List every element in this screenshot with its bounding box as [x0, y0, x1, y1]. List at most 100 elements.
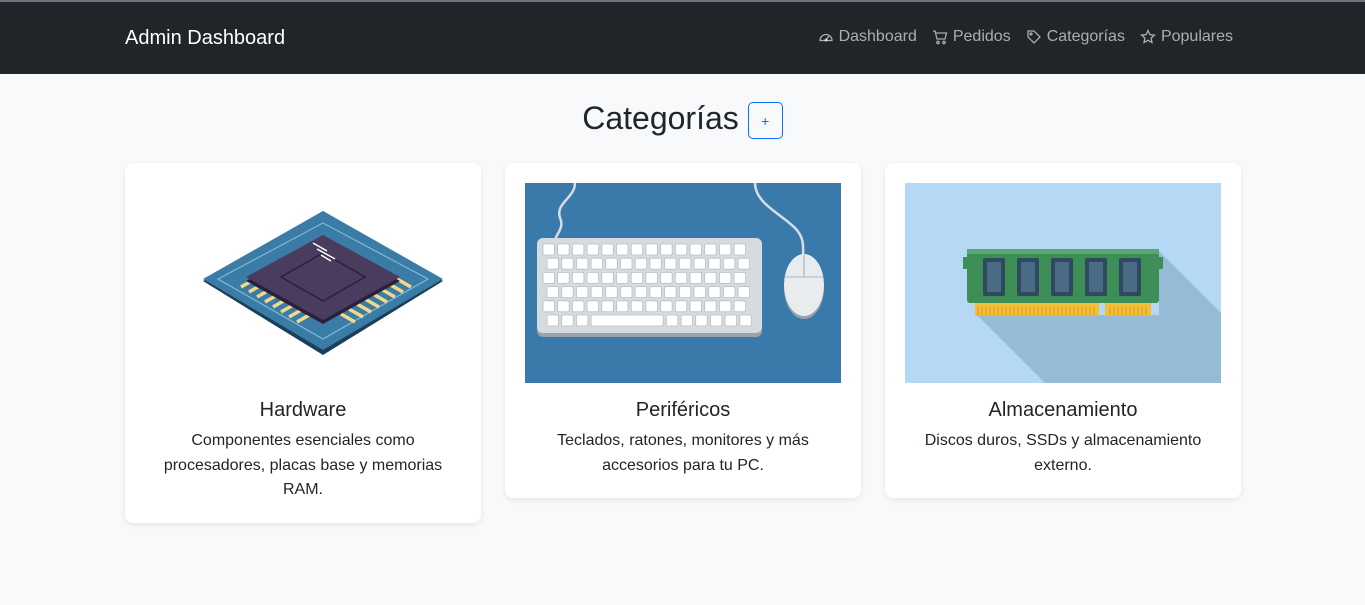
- keyboard-key: [689, 243, 702, 256]
- keyboard-key: [601, 300, 614, 313]
- keyboard-key: [704, 300, 717, 313]
- nav-link-populares[interactable]: Populares: [1140, 28, 1233, 46]
- keyboard-key: [678, 286, 692, 298]
- nav-link-label: Categorías: [1046, 28, 1125, 45]
- keyboard-key: [739, 314, 752, 327]
- keyboard-key: [546, 257, 559, 270]
- keyboard-key: [630, 243, 644, 256]
- keyboard-key: [733, 300, 747, 313]
- keyboard-key: [616, 243, 629, 256]
- navbar-brand[interactable]: Admin Dashboard: [125, 27, 285, 50]
- keyboard-key: [586, 300, 599, 313]
- keyboard-key: [630, 300, 644, 313]
- keyboard-key: [561, 257, 574, 270]
- keyboard-key: [718, 300, 732, 313]
- keyboard-key: [724, 314, 738, 327]
- keyboard-key: [722, 286, 736, 298]
- nav-link-pedidos[interactable]: Pedidos: [932, 28, 1011, 46]
- keyboard-key: [572, 272, 585, 284]
- keyboard-key: [630, 272, 644, 284]
- star-icon: [1140, 29, 1156, 44]
- keyboard-key: [693, 257, 706, 270]
- ram-module-illustration: [905, 183, 1221, 383]
- keyboard-key: [576, 257, 589, 270]
- keyboard-key: [590, 257, 603, 270]
- keyboard-key: [576, 314, 589, 327]
- keyboard-key: [634, 257, 648, 270]
- page-title: Categorías: [582, 100, 739, 136]
- keyboard-key: [645, 272, 658, 284]
- keyboard-key: [664, 286, 677, 298]
- nav-link-categorias[interactable]: Categorías: [1026, 28, 1125, 46]
- keyboard-key: [645, 300, 658, 313]
- category-card-hardware[interactable]: Hardware Componentes esenciales como pro…: [125, 163, 481, 523]
- keyboard-key: [664, 257, 677, 270]
- category-card-almacenamiento[interactable]: Almacenamiento Discos duros, SSDs y alma…: [885, 163, 1241, 498]
- keyboard-key: [718, 272, 732, 284]
- keyboard-key: [689, 300, 702, 313]
- keyboard-key: [557, 272, 570, 284]
- keyboard-key: [678, 257, 692, 270]
- keyboard-key: [561, 314, 574, 327]
- keyboard-key: [542, 272, 555, 284]
- keyboard-key: [695, 314, 708, 327]
- keyboard-key: [601, 243, 614, 256]
- keyboard-key: [601, 272, 614, 284]
- keyboard-key: [733, 243, 747, 256]
- keyboard-key: [616, 272, 629, 284]
- keyboard-key: [620, 286, 633, 298]
- page-header: Categorías +: [0, 98, 1365, 139]
- nav-link-label: Dashboard: [838, 28, 917, 45]
- keyboard-key: [680, 314, 693, 327]
- keyboard-key: [634, 286, 648, 298]
- keyboard-key: [660, 243, 673, 256]
- keyboard-key: [718, 243, 732, 256]
- keyboard-key: [586, 243, 599, 256]
- nav-link-label: Populares: [1160, 28, 1233, 45]
- keyboard-key: [704, 243, 717, 256]
- keyboard-key: [561, 286, 574, 298]
- keyboard-key: [557, 300, 570, 313]
- keyboard-key: [576, 286, 589, 298]
- keyboard-key: [546, 314, 559, 327]
- keyboard-key: [708, 257, 721, 270]
- nav-links: Dashboard Pedidos Categorías Populares: [818, 28, 1233, 46]
- keyboard-key: [542, 243, 555, 256]
- keyboard-key: [737, 286, 751, 298]
- card-title: Periféricos: [635, 399, 731, 421]
- keyboard-key: [737, 257, 751, 270]
- cart-icon: [932, 30, 948, 45]
- keyboard-key: [616, 300, 629, 313]
- card-description: Teclados, ratones, monitores y más acces…: [557, 432, 809, 474]
- keyboard-key: [674, 243, 688, 256]
- card-description: Discos duros, SSDs y almacenamiento exte…: [924, 432, 1202, 474]
- keyboard-mouse-illustration: [525, 183, 841, 383]
- keyboard-key: [546, 286, 559, 298]
- card-description: Componentes esenciales como procesadores…: [163, 432, 443, 498]
- card-title: Almacenamiento: [988, 399, 1138, 421]
- nav-link-label: Pedidos: [952, 28, 1011, 45]
- keyboard-key: [586, 272, 599, 284]
- cpu-chip-illustration: [145, 183, 461, 383]
- tag-icon: [1027, 30, 1041, 44]
- top-navbar: Admin Dashboard Dashboard Pedidos Catego…: [0, 0, 1365, 74]
- keyboard-key: [649, 257, 662, 270]
- keyboard-key: [708, 286, 721, 298]
- keyboard-key: [557, 243, 570, 256]
- category-card-perifericos[interactable]: Periféricos Teclados, ratones, monitores…: [505, 163, 861, 498]
- keyboard-key: [649, 286, 662, 298]
- keyboard-key: [660, 272, 673, 284]
- keyboard-key: [620, 257, 633, 270]
- keyboard-key: [722, 257, 736, 270]
- keyboard-key: [572, 300, 585, 313]
- keyboard-key: [590, 314, 664, 327]
- keyboard-key: [542, 300, 555, 313]
- keyboard-key: [590, 286, 603, 298]
- keyboard-key: [605, 286, 618, 298]
- keyboard-key: [709, 314, 723, 327]
- keyboard-key: [693, 286, 706, 298]
- nav-link-dashboard[interactable]: Dashboard: [818, 28, 917, 46]
- add-category-button[interactable]: +: [747, 102, 783, 139]
- keyboard-key: [733, 272, 747, 284]
- keyboard-key: [572, 243, 585, 256]
